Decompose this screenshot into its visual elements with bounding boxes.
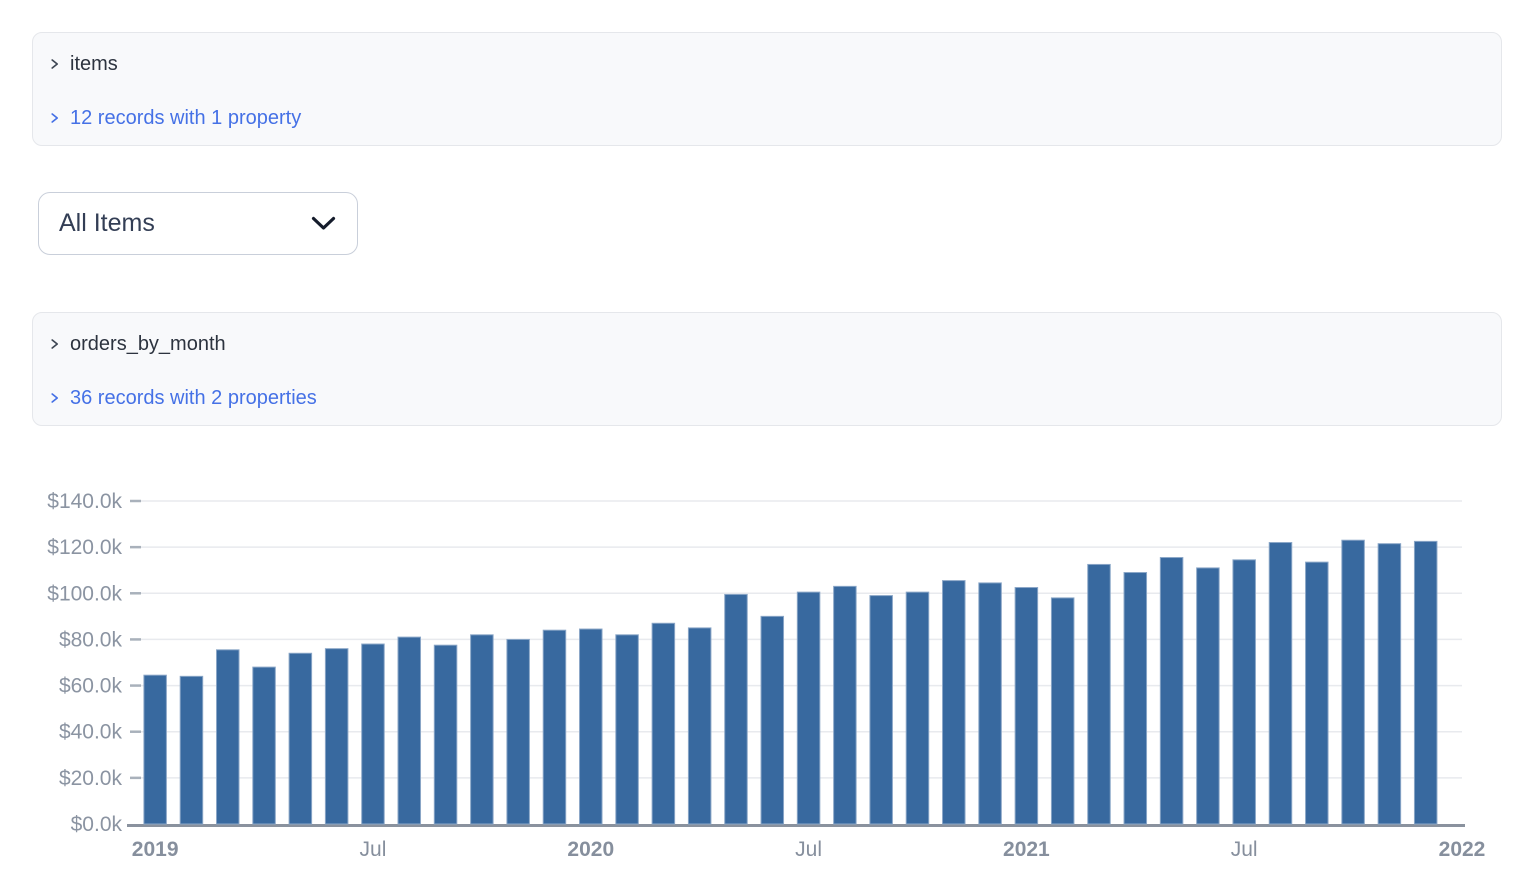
y-axis-label: $80.0k [59,628,123,651]
orders-table-panel: orders_by_month 36 records with 2 proper… [32,312,1502,426]
y-axis-label: $0.0k [71,813,123,836]
bar-oct-2019[interactable] [470,634,494,825]
y-axis-label: $20.0k [59,767,123,790]
x-axis-label: 2021 [1003,838,1050,861]
bar-may-2019[interactable] [288,652,313,825]
bar-apr-2021[interactable] [1123,572,1148,825]
bar-nov-2020[interactable] [942,580,966,825]
bar-apr-2020[interactable] [687,627,712,825]
bar-feb-2020[interactable] [615,634,639,825]
bar-jun-2019[interactable] [324,648,349,825]
bar-dec-2021[interactable] [1413,540,1438,825]
bar-feb-2019[interactable] [179,675,204,825]
bar-nov-2019[interactable] [506,638,530,825]
bar-may-2021[interactable] [1159,557,1184,825]
chevron-right-icon [51,393,59,403]
items-table-toggle[interactable]: items [49,52,118,76]
bar-apr-2019[interactable] [252,666,276,825]
bar-dec-2019[interactable] [542,629,567,825]
bar-mar-2019[interactable] [216,649,240,825]
bar-mar-2021[interactable] [1087,563,1111,825]
bar-jan-2021[interactable] [1014,587,1039,825]
x-axis-label: 2022 [1439,838,1486,861]
bar-aug-2021[interactable] [1268,542,1293,825]
y-axis-label: $60.0k [59,675,123,698]
orders-table-toggle[interactable]: orders_by_month [49,332,226,356]
table-name: items [70,53,118,75]
bar-sep-2020[interactable] [869,595,893,825]
bar-aug-2020[interactable] [833,585,857,825]
bar-jun-2020[interactable] [760,615,785,825]
records-summary-link: 12 records with 1 property [70,107,302,129]
bar-nov-2021[interactable] [1377,543,1402,825]
bar-jan-2020[interactable] [579,628,603,825]
y-axis-label: $100.0k [47,582,122,605]
bar-jul-2021[interactable] [1232,559,1256,825]
chevron-right-icon [51,113,59,123]
x-axis-label: Jul [795,838,822,861]
bar-sep-2021[interactable] [1305,561,1329,825]
bar-jan-2019[interactable] [143,674,167,825]
chevron-right-icon [51,339,59,349]
bar-oct-2021[interactable] [1341,539,1365,825]
item-filter-select[interactable]: All Items [38,192,358,255]
items-records-link[interactable]: 12 records with 1 property [49,106,301,130]
y-axis-label: $120.0k [47,536,122,559]
orders-bar-chart: $0.0k $20.0k $40.0k $60.0k $80.0k $100.0k $120… [47,490,1486,861]
bar-jul-2020[interactable] [796,591,821,825]
bar-feb-2021[interactable] [1050,597,1075,825]
chevron-right-icon [51,59,59,69]
x-axis-label: Jul [1231,838,1258,861]
records-summary-link: 36 records with 2 properties [70,387,317,409]
x-axis-label: 2019 [132,838,179,861]
items-table-panel: items 12 records with 1 property [32,32,1502,146]
bar-mar-2020[interactable] [651,622,676,825]
table-name: orders_by_month [70,333,226,355]
chevron-down-icon [311,216,336,230]
bar-dec-2020[interactable] [978,582,1002,825]
bar-jul-2019[interactable] [361,643,385,825]
bar-aug-2019[interactable] [397,636,422,825]
bar-sep-2019[interactable] [433,644,458,825]
bar-may-2020[interactable] [724,593,748,825]
y-axis-label: $140.0k [47,490,122,513]
x-axis-label: 2020 [567,838,614,861]
x-axis-label: Jul [360,838,387,861]
bar-oct-2020[interactable] [905,591,930,825]
selected-option-label: All Items [59,209,155,237]
orders-records-link[interactable]: 36 records with 2 properties [49,386,317,410]
y-axis-label: $40.0k [59,721,123,744]
bar-jun-2021[interactable] [1196,567,1220,825]
